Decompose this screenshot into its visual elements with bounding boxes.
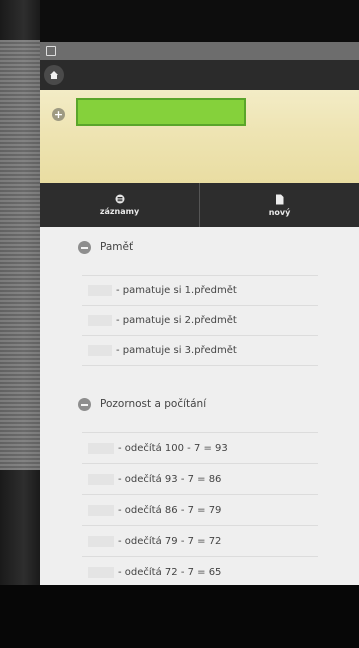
- device-bezel-bottom: [0, 585, 359, 648]
- home-button[interactable]: [44, 65, 64, 85]
- checkbox[interactable]: [88, 504, 114, 516]
- item-label: - odečítá 93 - 7 = 86: [118, 473, 222, 485]
- item-label: - odečítá 86 - 7 = 79: [118, 504, 222, 516]
- list-item[interactable]: - pamatuje si 2.předmět: [82, 306, 318, 336]
- tab-records[interactable]: záznamy: [40, 183, 199, 227]
- tab-bar: záznamy nový: [40, 183, 359, 227]
- list-item[interactable]: - odečítá 93 - 7 = 86: [82, 464, 318, 495]
- app-screen: + záznamy nový Paměť - pamatuje si 1.pře…: [40, 42, 359, 585]
- tab-new-label: nový: [268, 207, 291, 217]
- list-item[interactable]: - pamatuje si 3.předmět: [82, 336, 318, 366]
- list-item[interactable]: - odečítá 79 - 7 = 72: [82, 526, 318, 557]
- list-icon: [115, 194, 124, 204]
- item-label: - odečítá 79 - 7 = 72: [118, 535, 222, 547]
- item-label: - pamatuje si 1.předmět: [116, 285, 237, 296]
- top-bar: [40, 60, 359, 90]
- item-label: - odečítá 72 - 7 = 65: [118, 566, 222, 578]
- tab-new[interactable]: nový: [199, 183, 359, 227]
- status-bar: [40, 42, 359, 60]
- memory-items: - pamatuje si 1.předmět - pamatuje si 2.…: [82, 275, 318, 366]
- checkbox[interactable]: [88, 473, 114, 485]
- list-item[interactable]: - pamatuje si 1.předmět: [82, 275, 318, 306]
- section-header-memory[interactable]: Paměť: [78, 239, 359, 255]
- checkbox[interactable]: [88, 315, 112, 326]
- item-label: - pamatuje si 2.předmět: [116, 315, 237, 326]
- section-title: Pozornost a počítání: [100, 398, 207, 410]
- checkbox[interactable]: [88, 285, 112, 296]
- tab-records-label: záznamy: [99, 207, 140, 216]
- background-photo-artifact: [0, 40, 40, 470]
- name-input[interactable]: [76, 98, 246, 126]
- section-header-attention[interactable]: Pozornost a počítání: [78, 396, 359, 412]
- checkbox[interactable]: [88, 442, 114, 454]
- assessment-list: Paměť - pamatuje si 1.předmět - pamatuje…: [40, 227, 359, 585]
- collapse-icon: [78, 397, 91, 411]
- document-icon: [276, 194, 284, 204]
- checkbox[interactable]: [88, 566, 114, 578]
- collapse-icon: [78, 240, 91, 254]
- checkbox[interactable]: [88, 535, 114, 547]
- section-title: Paměť: [100, 241, 134, 253]
- item-label: - pamatuje si 3.předmět: [116, 345, 237, 356]
- attention-items: - odečítá 100 - 7 = 93 - odečítá 93 - 7 …: [82, 432, 318, 585]
- patient-header: +: [40, 90, 359, 183]
- notification-icon: [46, 46, 56, 56]
- list-item[interactable]: - odečítá 100 - 7 = 93: [82, 432, 318, 464]
- list-item[interactable]: - odečítá 86 - 7 = 79: [82, 495, 318, 526]
- home-icon: [50, 71, 58, 79]
- list-item[interactable]: - odečítá 72 - 7 = 65: [82, 557, 318, 585]
- plus-icon[interactable]: +: [52, 108, 65, 121]
- item-label: - odečítá 100 - 7 = 93: [118, 442, 228, 454]
- checkbox[interactable]: [88, 345, 112, 356]
